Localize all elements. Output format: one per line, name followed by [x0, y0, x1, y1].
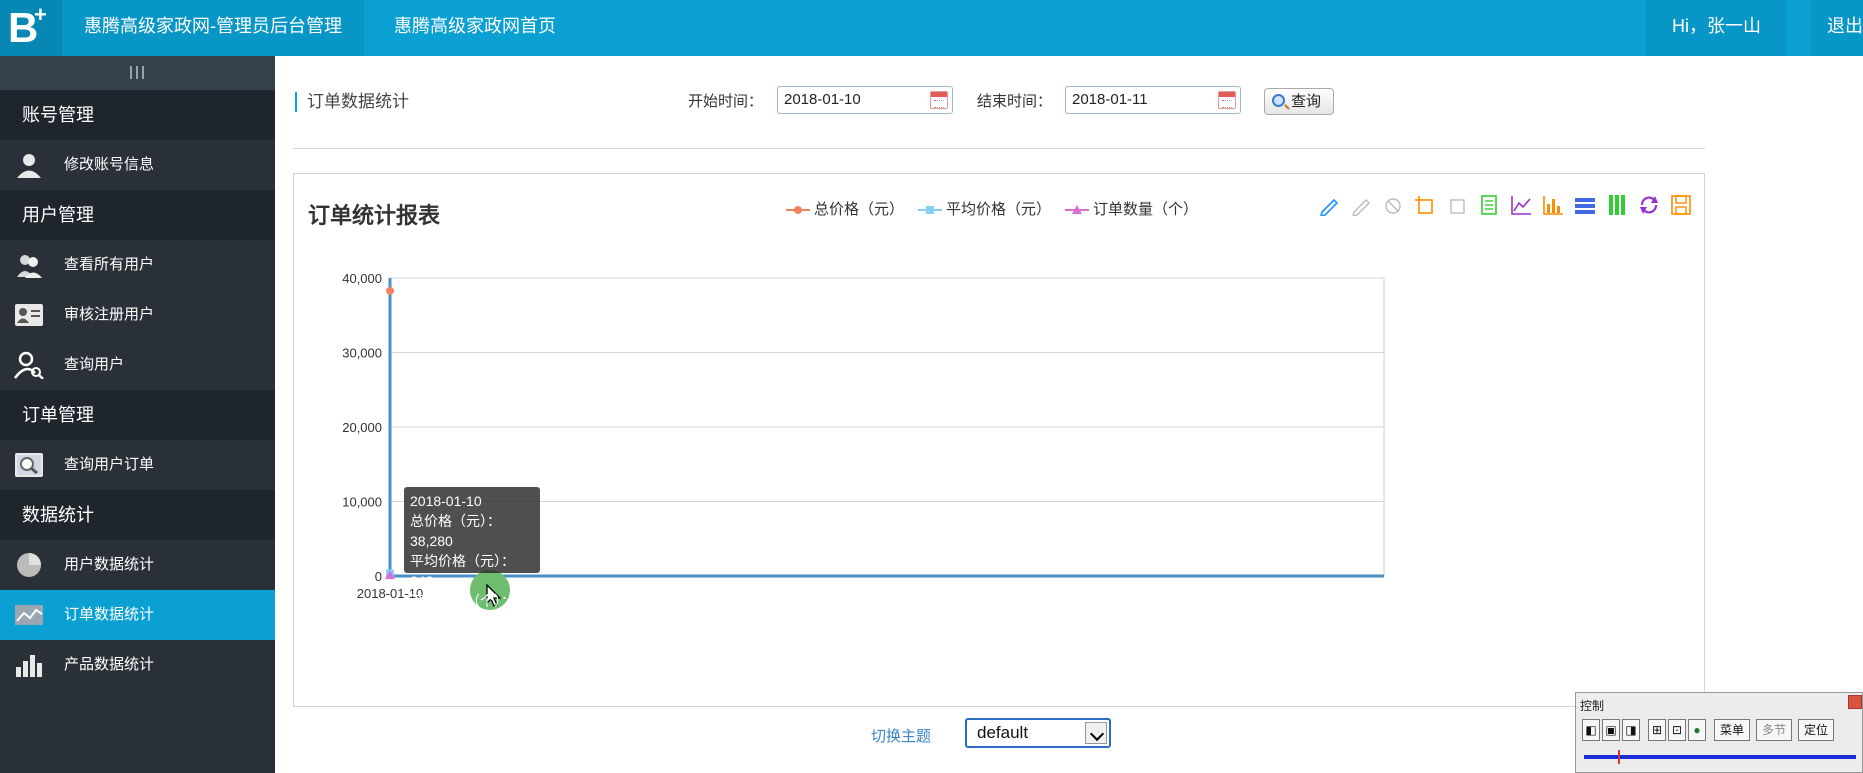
admin-title-link[interactable]: 惠腾高级家政网-管理员后台管理	[62, 0, 364, 56]
pie-chart-icon	[17, 553, 41, 577]
end-date-value: 2018-01-11	[1072, 91, 1148, 108]
y-tick-label: 20,000	[342, 420, 382, 435]
calendar-icon[interactable]	[1218, 91, 1236, 109]
start-date-value: 2018-01-10	[784, 91, 861, 108]
logout-link[interactable]: 退出	[1811, 0, 1863, 56]
sidebar-section-account[interactable]: 账号管理	[0, 90, 275, 140]
tooltip-line: 订单数量（个）：110	[410, 593, 515, 629]
menu-button[interactable]: 菜单	[1714, 719, 1750, 741]
locate-button[interactable]: 定位	[1798, 719, 1834, 741]
bar-chart-icon	[16, 655, 42, 677]
sidebar-item-label: 用户数据统计	[64, 556, 155, 573]
y-tick-label: 0	[375, 569, 382, 584]
fit-icon[interactable]: ⊞	[1648, 719, 1666, 741]
line-chart-icon	[15, 605, 43, 625]
main-content: 订单数据统计 开始时间： 2018-01-10 结束时间： 2018-01-11…	[275, 56, 1863, 773]
prev-icon[interactable]: ◧	[1582, 719, 1600, 741]
timeline-marker[interactable]	[1618, 750, 1620, 764]
sidebar-item-label: 查询用户订单	[64, 456, 155, 473]
logo[interactable]: B +	[0, 0, 62, 56]
query-button-label: 查询	[1291, 93, 1322, 110]
user-edit-icon	[17, 154, 41, 178]
end-time-label: 结束时间：	[977, 93, 1053, 110]
start-time-label: 开始时间：	[688, 93, 764, 110]
sidebar-toggle[interactable]: III	[0, 56, 275, 90]
chevron-down-icon[interactable]	[1085, 722, 1107, 744]
calendar-icon[interactable]	[930, 91, 948, 109]
y-tick-label: 40,000	[342, 271, 382, 286]
users-icon	[17, 255, 42, 278]
search-icon	[1272, 94, 1285, 107]
sidebar-section-statistics[interactable]: 数据统计	[0, 490, 275, 540]
data-point	[386, 286, 394, 295]
pointer-icon[interactable]: ●	[1688, 719, 1706, 741]
sidebar-item-label: 查看所有用户	[64, 256, 155, 273]
sidebar-section-users[interactable]: 用户管理	[0, 190, 275, 240]
sidebar-item-all-users[interactable]: 查看所有用户	[0, 240, 275, 290]
end-date-input[interactable]: 2018-01-11	[1065, 86, 1241, 114]
logo-plus: +	[34, 2, 47, 27]
id-card-icon	[15, 304, 43, 326]
chart-panel: 订单统计报表 总价格（元） 平均价格（元） 订单数量（个） 0 10,000 20,…	[293, 173, 1705, 707]
control-panel-title: 控制	[1580, 699, 1605, 713]
home-link[interactable]: 惠腾高级家政网首页	[372, 0, 578, 56]
sidebar-section-orders[interactable]: 订单管理	[0, 390, 275, 440]
divider	[293, 148, 1705, 149]
sidebar-item-edit-account[interactable]: 修改账号信息	[0, 140, 275, 190]
sidebar-item-label: 修改账号信息	[64, 156, 155, 173]
stop-icon[interactable]: ▣	[1602, 719, 1620, 741]
control-panel: 控制 ◧ ▣ ◨ ⊞ ⊡ ● 菜单 多节 定位	[1575, 692, 1863, 773]
multi-section-button[interactable]: 多节	[1756, 719, 1792, 741]
order-search-icon	[15, 453, 43, 477]
tooltip-line: 平均价格（元）：348	[410, 553, 515, 589]
sidebar-item-order-stats[interactable]: 订单数据统计	[0, 590, 275, 640]
sidebar-item-label: 审核注册用户	[64, 306, 155, 323]
start-date-input[interactable]: 2018-01-10	[777, 86, 953, 114]
sidebar-item-label: 产品数据统计	[64, 656, 155, 673]
sidebar: III 账号管理 修改账号信息 用户管理 查看所有用户 审核注册用户 查询用户 …	[0, 56, 275, 773]
y-tick-label: 30,000	[342, 346, 382, 361]
theme-label: 切换主题	[871, 728, 932, 745]
sidebar-item-product-stats[interactable]: 产品数据统计	[0, 640, 275, 690]
next-icon[interactable]: ◨	[1622, 719, 1640, 741]
timeline-track[interactable]	[1584, 755, 1856, 759]
page-title: 订单数据统计	[295, 92, 409, 112]
query-button[interactable]: 查询	[1264, 88, 1334, 115]
top-bar: B + 惠腾高级家政网-管理员后台管理 惠腾高级家政网首页 Hi，张一山 退出	[0, 0, 1863, 56]
user-search-icon	[14, 351, 44, 379]
close-icon[interactable]	[1848, 695, 1862, 709]
theme-selected-value: default	[977, 723, 1029, 742]
theme-select[interactable]: default	[965, 718, 1111, 748]
sidebar-item-user-stats[interactable]: 用户数据统计	[0, 540, 275, 590]
user-greeting[interactable]: Hi，张一山	[1646, 0, 1787, 56]
sidebar-item-search-orders[interactable]: 查询用户订单	[0, 440, 275, 490]
sidebar-item-search-users[interactable]: 查询用户	[0, 340, 275, 390]
chart-tooltip: 2018-01-10 总价格（元）：38,280 平均价格（元）：348 订单数…	[404, 487, 540, 629]
y-tick-label: 10,000	[342, 495, 382, 510]
tooltip-header: 2018-01-10	[410, 493, 482, 509]
sidebar-item-label: 查询用户	[64, 356, 125, 373]
zoom-icon[interactable]: ⊡	[1668, 719, 1686, 741]
sidebar-item-review-users[interactable]: 审核注册用户	[0, 290, 275, 340]
tooltip-line: 总价格（元）：38,280	[410, 513, 501, 549]
sidebar-item-label: 订单数据统计	[64, 606, 155, 623]
